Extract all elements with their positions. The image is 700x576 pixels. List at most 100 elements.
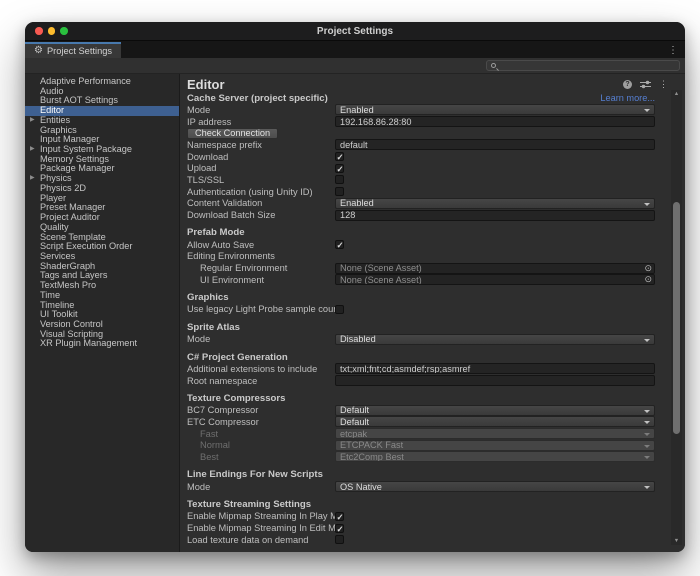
field-label: Regular Environment <box>187 263 335 273</box>
line-endings-mode-dropdown[interactable]: OS Native <box>335 481 655 492</box>
row-namespace-prefix: Namespace prefix default <box>187 139 655 151</box>
gear-icon: ⚙ <box>34 46 43 56</box>
legacy-light-probe-checkbox[interactable] <box>335 305 344 314</box>
field-label: Download <box>187 152 335 162</box>
titlebar: Project Settings <box>25 22 685 41</box>
etc-best-dropdown: Etc2Comp Best <box>335 451 655 462</box>
cache-mode-dropdown[interactable]: Enabled <box>335 104 655 115</box>
field-label: Use legacy Light Probe sample counts <box>187 304 335 314</box>
row-content-validation: Content Validation Enabled <box>187 198 655 210</box>
search-field[interactable] <box>486 60 680 71</box>
check-connection-button[interactable]: Check Connection <box>187 128 278 139</box>
tls-ssl-checkbox[interactable] <box>335 175 344 184</box>
row-bc7-compressor: BC7 Compressor Default <box>187 404 655 416</box>
field-label: Mode <box>187 105 335 115</box>
field-label: Upload <box>187 163 335 173</box>
page-title: Editor <box>187 77 623 92</box>
scrollbar-thumb[interactable] <box>673 202 680 434</box>
download-batch-size-input[interactable]: 128 <box>335 210 655 221</box>
content-validation-dropdown[interactable]: Enabled <box>335 198 655 209</box>
object-field-value: None (Scene Asset) <box>340 263 422 273</box>
object-field-value: None (Scene Asset) <box>340 275 422 285</box>
scroll-down-icon[interactable]: ▼ <box>671 538 682 544</box>
row-mipmap-edit-mode: Enable Mipmap Streaming In Edit Mode <box>187 522 655 534</box>
mipmap-play-mode-checkbox[interactable] <box>335 512 344 521</box>
bc7-compressor-dropdown[interactable]: Default <box>335 405 655 416</box>
allow-auto-save-checkbox[interactable] <box>335 240 344 249</box>
mipmap-edit-mode-checkbox[interactable] <box>335 524 344 533</box>
root-namespace-input[interactable] <box>335 375 655 386</box>
field-label: UI Environment <box>187 275 335 285</box>
row-root-namespace: Root namespace <box>187 375 655 387</box>
ui-environment-object-field[interactable]: None (Scene Asset) ⊙ <box>335 274 655 285</box>
field-label: Allow Auto Save <box>187 240 335 250</box>
window-title: Project Settings <box>25 26 685 37</box>
expand-arrow-icon[interactable]: ▶ <box>30 116 35 126</box>
expand-arrow-icon[interactable]: ▶ <box>30 145 35 155</box>
settings-sidebar: Adaptive Performance Audio Burst AOT Set… <box>25 74 180 552</box>
field-label: Mode <box>187 482 335 492</box>
expand-arrow-icon[interactable]: ▶ <box>30 174 35 184</box>
section-line-endings: Line Endings For New Scripts <box>187 469 655 480</box>
toolbar <box>25 58 685 74</box>
namespace-prefix-input[interactable]: default <box>335 139 655 150</box>
upload-checkbox[interactable] <box>335 164 344 173</box>
field-label: Best <box>187 452 335 462</box>
row-etc-fast: Fast etcpak <box>187 428 655 440</box>
additional-extensions-input[interactable]: txt;xml;fnt;cd;asmdef;rsp;asmref <box>335 363 655 374</box>
field-label: Authentication (using Unity ID) <box>187 187 335 197</box>
tab-menu-kebab-icon[interactable]: ⋮ <box>668 45 685 58</box>
sidebar-item-label: Entities <box>40 115 70 125</box>
row-check-connection: Check Connection <box>187 127 655 139</box>
field-label: TLS/SSL <box>187 175 335 185</box>
row-download: Download <box>187 151 655 163</box>
row-upload: Upload <box>187 162 655 174</box>
field-label: IP address <box>187 117 335 127</box>
section-sprite-atlas: Sprite Atlas <box>187 322 655 333</box>
field-label: Namespace prefix <box>187 140 335 150</box>
field-label: Root namespace <box>187 376 335 386</box>
field-label: Enable Mipmap Streaming In Edit Mode <box>187 523 335 533</box>
row-legacy-light-probe: Use legacy Light Probe sample counts <box>187 304 655 316</box>
field-label: Additional extensions to include <box>187 364 335 374</box>
field-label: Download Batch Size <box>187 210 335 220</box>
section-csharp-generation: C# Project Generation <box>187 352 655 363</box>
sidebar-item-label: Input System Package <box>40 144 132 154</box>
vertical-scrollbar[interactable]: ▲ ▼ <box>671 90 682 545</box>
editor-settings-panel: Editor ? ⋮ <box>180 74 685 552</box>
row-ip-address: IP address 192.168.86.28:80 <box>187 116 655 128</box>
row-line-endings-mode: Mode OS Native <box>187 481 655 493</box>
presets-icon[interactable] <box>640 80 651 89</box>
tab-project-settings[interactable]: ⚙ Project Settings <box>25 42 121 58</box>
load-texture-on-demand-checkbox[interactable] <box>335 535 344 544</box>
regular-environment-object-field[interactable]: None (Scene Asset) ⊙ <box>335 263 655 274</box>
ip-address-input[interactable]: 192.168.86.28:80 <box>335 116 655 127</box>
row-allow-auto-save: Allow Auto Save <box>187 239 655 251</box>
search-input[interactable] <box>499 61 679 71</box>
authentication-checkbox[interactable] <box>335 187 344 196</box>
section-texture-streaming: Texture Streaming Settings <box>187 499 655 510</box>
sprite-atlas-mode-dropdown[interactable]: Disabled <box>335 334 655 345</box>
row-etc-compressor: ETC Compressor Default <box>187 416 655 428</box>
panel-menu-kebab-icon[interactable]: ⋮ <box>659 80 668 89</box>
object-picker-icon[interactable]: ⊙ <box>644 264 652 273</box>
tab-label: Project Settings <box>47 46 112 56</box>
download-checkbox[interactable] <box>335 152 344 161</box>
object-picker-icon[interactable]: ⊙ <box>644 275 652 284</box>
section-texture-compressors: Texture Compressors <box>187 393 655 404</box>
row-download-batch-size: Download Batch Size 128 <box>187 209 655 221</box>
section-prefab-mode: Prefab Mode <box>187 227 655 238</box>
sidebar-item-label: Physics <box>40 173 72 183</box>
etc-fast-dropdown: etcpak <box>335 428 655 439</box>
sidebar-item-xr-plugin-management[interactable]: XR Plugin Management <box>25 339 179 349</box>
help-icon[interactable]: ? <box>623 80 632 89</box>
search-icon <box>491 63 496 68</box>
row-additional-extensions: Additional extensions to include txt;xml… <box>187 363 655 375</box>
row-authentication: Authentication (using Unity ID) <box>187 186 655 198</box>
field-label: Content Validation <box>187 198 335 208</box>
etc-compressor-dropdown[interactable]: Default <box>335 416 655 427</box>
field-label: ETC Compressor <box>187 417 335 427</box>
scroll-up-icon[interactable]: ▲ <box>671 91 682 97</box>
etc-normal-dropdown: ETCPACK Fast <box>335 440 655 451</box>
learn-more-link[interactable]: Learn more... <box>600 93 655 103</box>
